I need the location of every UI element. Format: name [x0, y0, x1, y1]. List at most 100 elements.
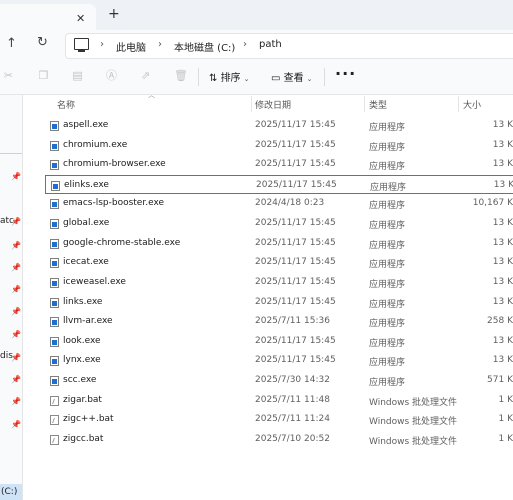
pin-icon[interactable]: 📌	[11, 286, 21, 294]
file-name: aspell.exe	[63, 120, 109, 130]
file-type: Windows 批处理文件	[369, 397, 458, 408]
close-tab-icon[interactable]: ✕	[76, 12, 85, 25]
tab-strip: ✕ +	[0, 0, 513, 30]
file-row[interactable]: zigcc.bat 2025/7/10 20:52 Windows 批处理文件 1 K	[45, 430, 513, 449]
file-modified-date: 2025/11/17 15:45	[256, 179, 337, 190]
pin-icon[interactable]: 📌	[11, 421, 21, 429]
file-name: zigcc.bat	[63, 433, 104, 444]
view-label: 查看	[283, 73, 304, 84]
file-row[interactable]: llvm-ar.exe 2025/7/11 15:36 应用程序 258 K	[45, 312, 513, 331]
breadcrumb-path[interactable]: path	[259, 39, 282, 50]
file-name: chromium.exe	[63, 139, 128, 150]
pin-icon[interactable]: 📌	[11, 308, 21, 316]
pin-icon[interactable]: 📌	[11, 398, 21, 406]
command-separator	[324, 68, 325, 86]
breadcrumb-separator[interactable]: ›	[243, 39, 247, 50]
file-size: 13 K	[492, 218, 513, 229]
file-row[interactable]: scc.exe 2025/7/30 14:32 应用程序 571 K	[45, 371, 513, 390]
up-arrow-icon[interactable]: ↑	[6, 36, 17, 51]
file-icon-glyph	[52, 202, 57, 208]
column-header-type[interactable]: 类型	[369, 98, 387, 111]
file-icon-glyph	[53, 183, 58, 189]
pin-icon[interactable]: 📌	[11, 376, 21, 384]
file-icon-glyph	[52, 280, 57, 286]
file-name: scc.exe	[63, 375, 97, 386]
file-type: 应用程序	[369, 260, 406, 271]
column-header-size[interactable]: 大小	[463, 98, 481, 111]
file-modified-date: 2025/11/17 15:45	[255, 120, 336, 130]
file-type: 应用程序	[369, 319, 406, 330]
selected-drive-item[interactable]: (C:)	[0, 484, 22, 500]
breadcrumb-separator[interactable]: ›	[158, 39, 162, 50]
file-row[interactable]: chromium.exe 2025/11/17 15:45 应用程序 13 K	[45, 136, 513, 155]
file-modified-date: 2025/11/17 15:45	[255, 257, 336, 268]
file-size: 1 K	[498, 433, 513, 444]
pin-icon[interactable]: 📌	[11, 354, 21, 362]
pin-icon[interactable]: 📌	[11, 218, 21, 226]
cut-icon[interactable]: ✂	[3, 70, 14, 81]
file-name: icecat.exe	[63, 257, 109, 268]
file-row[interactable]: elinks.exe 2025/11/17 15:45 应用程序 13 K	[45, 174, 513, 194]
view-button[interactable]: ▭ 查看 ⌄	[271, 69, 313, 84]
active-tab[interactable]: ✕	[0, 4, 96, 30]
file-size: 13 K	[492, 237, 513, 248]
column-header-modified[interactable]: 修改日期	[255, 98, 291, 111]
file-row[interactable]: emacs-lsp-booster.exe 2024/4/18 0:23 应用程序 1…	[45, 194, 513, 213]
application-icon	[50, 199, 59, 210]
file-icon-glyph	[52, 163, 57, 169]
file-modified-date: 2025/7/11 15:36	[255, 316, 330, 327]
column-divider[interactable]	[251, 96, 252, 112]
file-row[interactable]: google-chrome-stable.exe 2025/11/17 15:45…	[45, 234, 513, 253]
batch-file-icon	[50, 434, 59, 445]
command-bar: ✂ ❐ ▤ Ⓐ ⇗ 🗑 ⇅ 排序 ⌄ ▭ 查看 ⌄ ···	[0, 60, 513, 95]
refresh-icon[interactable]: ↻	[37, 35, 48, 50]
file-type: 应用程序	[369, 162, 406, 173]
breadcrumb-this-pc[interactable]: 此电脑	[116, 39, 146, 54]
file-icon-glyph	[52, 339, 57, 345]
file-row[interactable]: iceweasel.exe 2025/11/17 15:45 应用程序 13 K	[45, 273, 513, 292]
copy-icon[interactable]: ❐	[38, 70, 49, 81]
file-size: 1 K	[498, 414, 513, 425]
file-name: zigc++.bat	[63, 414, 114, 425]
application-icon	[50, 238, 59, 249]
file-size: 10,167 K	[472, 198, 513, 209]
address-field[interactable]: › 此电脑 › 本地磁盘 (C:) › path	[65, 33, 513, 59]
pin-icon[interactable]: 📌	[11, 264, 21, 272]
pin-icon[interactable]: 📌	[11, 173, 21, 181]
application-icon	[50, 376, 59, 387]
file-icon-glyph	[52, 418, 59, 424]
pin-icon[interactable]: 📌	[11, 331, 21, 339]
file-row[interactable]: lynx.exe 2025/11/17 15:45 应用程序 13 K	[45, 351, 513, 370]
more-options-button[interactable]: ···	[335, 64, 356, 83]
file-type: 应用程序	[369, 338, 406, 349]
breadcrumb-separator[interactable]: ›	[100, 39, 104, 50]
file-row[interactable]: chromium-browser.exe 2025/11/17 15:45 应用程序…	[45, 155, 513, 174]
file-type: 应用程序	[369, 378, 406, 389]
file-modified-date: 2025/11/17 15:45	[255, 218, 336, 229]
file-icon-glyph	[52, 359, 57, 365]
file-row[interactable]: icecat.exe 2025/11/17 15:45 应用程序 13 K	[45, 253, 513, 272]
file-row[interactable]: zigar.bat 2025/7/11 11:48 Windows 批处理文件 1 K	[45, 391, 513, 410]
column-divider[interactable]	[458, 96, 459, 112]
file-modified-date: 2024/4/18 0:23	[255, 198, 325, 209]
file-type: 应用程序	[369, 299, 406, 310]
delete-icon[interactable]: 🗑	[174, 70, 188, 81]
file-size: 13 K	[492, 120, 513, 130]
file-row[interactable]: aspell.exe 2025/11/17 15:45 应用程序 13 K	[45, 116, 513, 135]
rename-icon[interactable]: Ⓐ	[106, 70, 117, 81]
application-icon	[50, 140, 59, 151]
paste-icon[interactable]: ▤	[72, 70, 83, 81]
column-divider[interactable]	[364, 96, 365, 112]
column-header-name[interactable]: 名称	[57, 98, 75, 111]
file-size: 13 K	[492, 276, 513, 287]
application-icon	[50, 160, 59, 171]
sort-button[interactable]: ⇅ 排序 ⌄	[209, 69, 249, 84]
file-row[interactable]: zigc++.bat 2025/7/11 11:24 Windows 批处理文件 1 …	[45, 410, 513, 429]
file-row[interactable]: look.exe 2025/11/17 15:45 应用程序 13 K	[45, 332, 513, 351]
file-row[interactable]: global.exe 2025/11/17 15:45 应用程序 13 K	[45, 214, 513, 233]
pin-icon[interactable]: 📌	[11, 242, 21, 250]
new-tab-button[interactable]: +	[108, 6, 120, 22]
file-row[interactable]: links.exe 2025/11/17 15:45 应用程序 13 K	[45, 293, 513, 312]
breadcrumb-local-disk[interactable]: 本地磁盘 (C:)	[174, 39, 235, 54]
share-icon[interactable]: ⇗	[140, 70, 151, 81]
